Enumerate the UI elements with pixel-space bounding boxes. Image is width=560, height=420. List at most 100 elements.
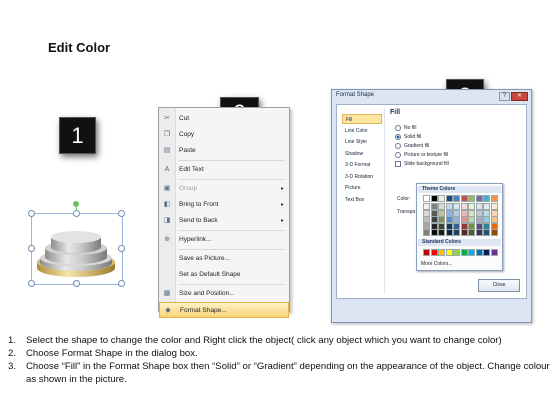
theme-colors-header: Theme Colors — [418, 186, 501, 193]
context-menu: ✂ Cut ❐ Copy ▤ Paste A Edit Text ▣ Group ▸ ◧ Bring t… — [158, 107, 290, 318]
color-swatch[interactable] — [430, 195, 438, 202]
color-swatch[interactable] — [430, 229, 438, 236]
dialog-title: Format Shape — [336, 92, 375, 98]
menu-item[interactable]: ❐ Copy — [159, 127, 289, 143]
menu-item[interactable]: ✂ Cut — [159, 111, 289, 127]
color-swatch[interactable] — [453, 229, 460, 236]
instruction-text: Select the shape to change the color and… — [26, 335, 502, 346]
color-swatch[interactable] — [483, 249, 490, 256]
color-swatch[interactable] — [490, 195, 498, 202]
resize-handle[interactable] — [118, 280, 125, 287]
close-window-button[interactable]: ✕ — [511, 92, 528, 101]
instruction-text: Choose “Fill” in the Format Shape box th… — [26, 361, 550, 385]
menu-item: ▣ Group ▸ — [159, 181, 289, 197]
resize-handle[interactable] — [28, 280, 35, 287]
color-swatch[interactable] — [468, 249, 475, 256]
color-swatch[interactable] — [453, 249, 460, 256]
hyperlink-icon: ⊕ — [164, 236, 170, 243]
radio-button[interactable] — [395, 142, 401, 149]
submenu-arrow-icon: ▸ — [280, 186, 284, 192]
color-swatch[interactable] — [423, 229, 430, 236]
color-swatch[interactable] — [460, 249, 468, 256]
resize-handle[interactable] — [118, 210, 125, 217]
color-swatch[interactable] — [490, 249, 498, 256]
color-swatch[interactable] — [423, 249, 430, 256]
nav-item[interactable]: 3-D Format — [342, 160, 382, 170]
nav-item[interactable]: Line Color — [342, 126, 382, 136]
bring-front-icon: ◧ — [163, 201, 171, 208]
menu-item[interactable]: ◨ Send to Back ▸ — [159, 213, 289, 229]
menu-item[interactable]: Save as Picture... — [159, 251, 289, 267]
color-swatch[interactable] — [438, 249, 445, 256]
option-label: No fill — [404, 125, 417, 131]
color-swatch[interactable] — [483, 195, 490, 202]
color-swatch[interactable] — [475, 229, 483, 236]
fill-checkbox-option[interactable]: Slide background fill — [395, 160, 449, 168]
resize-handle[interactable] — [28, 210, 35, 217]
fill-heading: Fill — [390, 109, 401, 116]
color-swatch[interactable] — [483, 229, 490, 236]
color-swatch[interactable] — [423, 195, 430, 202]
menu-item[interactable]: A Edit Text — [159, 162, 289, 178]
resize-handle[interactable] — [73, 210, 80, 217]
color-swatch[interactable] — [445, 249, 453, 256]
menu-item[interactable]: ▤ Paste — [159, 143, 289, 159]
nav-item[interactable]: Picture — [342, 183, 382, 193]
color-swatch[interactable] — [490, 229, 498, 236]
menu-item-label: Send to Back — [179, 217, 218, 224]
menu-separator — [179, 284, 285, 285]
menu-separator — [179, 249, 285, 250]
color-label: Color: — [397, 196, 411, 202]
nav-item[interactable]: Fill — [342, 114, 382, 124]
menu-item[interactable]: ◆ Format Shape... — [159, 302, 289, 318]
fill-radio-option[interactable]: Picture or texture fill — [395, 151, 448, 159]
color-swatch[interactable] — [475, 249, 483, 256]
radio-button[interactable] — [395, 151, 401, 158]
paste-icon: ▤ — [163, 147, 171, 154]
nav-item[interactable]: Shadow — [342, 149, 382, 159]
checkbox[interactable] — [395, 160, 401, 167]
radio-button[interactable] — [395, 133, 401, 140]
instruction-list: 1. Select the shape to change the color a… — [8, 334, 553, 386]
option-label: Solid fill — [404, 134, 422, 140]
help-button[interactable]: ? — [499, 92, 510, 101]
more-colors-link[interactable]: More Colors... — [421, 261, 452, 267]
menu-item[interactable]: ▦ Size and Position... — [159, 286, 289, 302]
color-swatch[interactable] — [453, 195, 460, 202]
submenu-arrow-icon: ▸ — [280, 218, 284, 224]
nav-item[interactable]: Line Style — [342, 137, 382, 147]
nav-item[interactable]: 3-D Rotation — [342, 172, 382, 182]
fill-radio-option[interactable]: Solid fill — [395, 133, 421, 141]
instruction-number: 3. — [8, 361, 17, 372]
resize-handle[interactable] — [73, 280, 80, 287]
color-swatch[interactable] — [445, 195, 453, 202]
menu-item[interactable]: ◧ Bring to Front ▸ — [159, 197, 289, 213]
menu-item-label: Paste — [179, 147, 196, 154]
color-swatch[interactable] — [438, 229, 445, 236]
page-title: Edit Color — [48, 40, 111, 55]
menu-item-label: Bring to Front — [179, 201, 219, 208]
send-back-icon: ◨ — [163, 217, 171, 224]
color-swatch[interactable] — [445, 229, 453, 236]
color-swatch[interactable] — [460, 229, 468, 236]
instruction-item: 1. Select the shape to change the color a… — [8, 334, 553, 347]
color-swatch[interactable] — [468, 229, 475, 236]
radio-button[interactable] — [395, 124, 401, 131]
color-swatch[interactable] — [430, 249, 438, 256]
edit-text-icon: A — [164, 166, 170, 173]
close-button[interactable]: Close — [478, 279, 520, 292]
color-swatch[interactable] — [475, 195, 483, 202]
menu-separator — [179, 179, 285, 180]
color-swatch[interactable] — [468, 195, 475, 202]
menu-item[interactable]: ⊕ Hyperlink... — [159, 232, 289, 248]
menu-item-label: Set as Default Shape — [179, 271, 241, 278]
color-swatch[interactable] — [438, 195, 445, 202]
resize-handle[interactable] — [118, 245, 125, 252]
fill-radio-option[interactable]: No fill — [395, 124, 417, 132]
stacked-disc-shape[interactable] — [34, 218, 118, 280]
color-swatch[interactable] — [460, 195, 468, 202]
menu-item[interactable]: Set as Default Shape — [159, 267, 289, 283]
nav-item[interactable]: Text Box — [342, 195, 382, 205]
fill-radio-option[interactable]: Gradient fill — [395, 142, 429, 150]
menu-separator — [179, 160, 285, 161]
